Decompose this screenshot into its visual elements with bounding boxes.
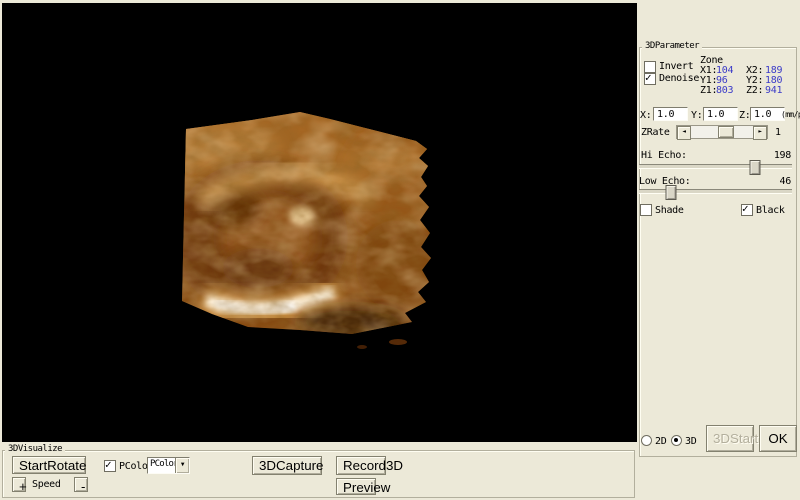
app-window: 3DParameter Invert Denoise Zone X1: 104 … [0,0,800,500]
chevron-down-icon[interactable]: ▼ [175,458,189,473]
mode-3d-label: 3D [685,436,696,447]
scale-z-input[interactable]: 1.0 [750,107,785,121]
hi-echo-thumb[interactable] [750,160,761,175]
scale-x-label: X: [640,110,651,121]
scale-y-label: Y: [691,110,702,121]
visualize-groupbox-title: 3DVisualize [5,444,65,454]
zrate-scrollbar[interactable]: ◄ ► [676,125,768,139]
shade-checkbox[interactable] [640,204,652,216]
render-viewport[interactable] [2,3,637,442]
mode-2d-label: 2D [655,436,666,447]
ultrasound-render [2,3,637,442]
hi-echo-label: Hi Echo: [641,150,687,161]
pcolor-checkbox[interactable] [104,460,116,472]
parameter-groupbox-title: 3DParameter [642,41,702,51]
denoise-label: Denoise [659,73,699,84]
speed-minus-button[interactable]: - [74,477,88,492]
low-echo-label: Low Echo: [639,176,691,187]
zrate-track[interactable] [689,126,755,138]
capture-button[interactable]: 3DCapture [252,456,322,475]
pcolor-select[interactable]: PColor ▼ [147,457,190,474]
record-button[interactable]: Record3D [336,456,386,475]
denoise-checkbox[interactable] [644,73,656,85]
zone-z1-value: 803 [716,85,733,96]
zrate-label: ZRate [641,127,670,138]
ok-button[interactable]: OK [759,425,797,452]
pcolor-select-value: PColor [150,459,178,469]
scale-z-label: Z: [739,110,750,121]
scale-unit-label: (mm/p) [781,110,800,119]
black-checkbox[interactable] [741,204,753,216]
preview-button[interactable]: Preview [336,478,376,495]
invert-label: Invert [659,61,693,72]
low-echo-slider[interactable] [639,189,792,194]
zrate-thumb[interactable] [718,126,734,138]
low-echo-value: 46 [765,176,791,187]
speed-plus-button[interactable]: + [12,477,26,492]
zone-z2-value: 941 [765,85,782,96]
speed-label: Speed [32,479,61,490]
scale-y-input[interactable]: 1.0 [703,107,738,121]
zone-z2-label: Z2: [746,85,763,96]
zrate-right-arrow-icon[interactable]: ► [753,126,767,140]
black-label: Black [756,205,785,216]
hi-echo-slider[interactable] [639,164,792,169]
zone-z1-label: Z1: [700,85,717,96]
mode-3d-radio[interactable] [671,435,682,446]
start3d-button[interactable]: 3DStart [706,425,754,452]
low-echo-thumb[interactable] [666,185,677,200]
mode-2d-radio[interactable] [641,435,652,446]
scale-x-input[interactable]: 1.0 [653,107,688,121]
shade-label: Shade [655,205,684,216]
start-rotate-button[interactable]: StartRotate [12,456,86,474]
hi-echo-value: 198 [765,150,791,161]
zrate-value: 1 [775,127,781,138]
